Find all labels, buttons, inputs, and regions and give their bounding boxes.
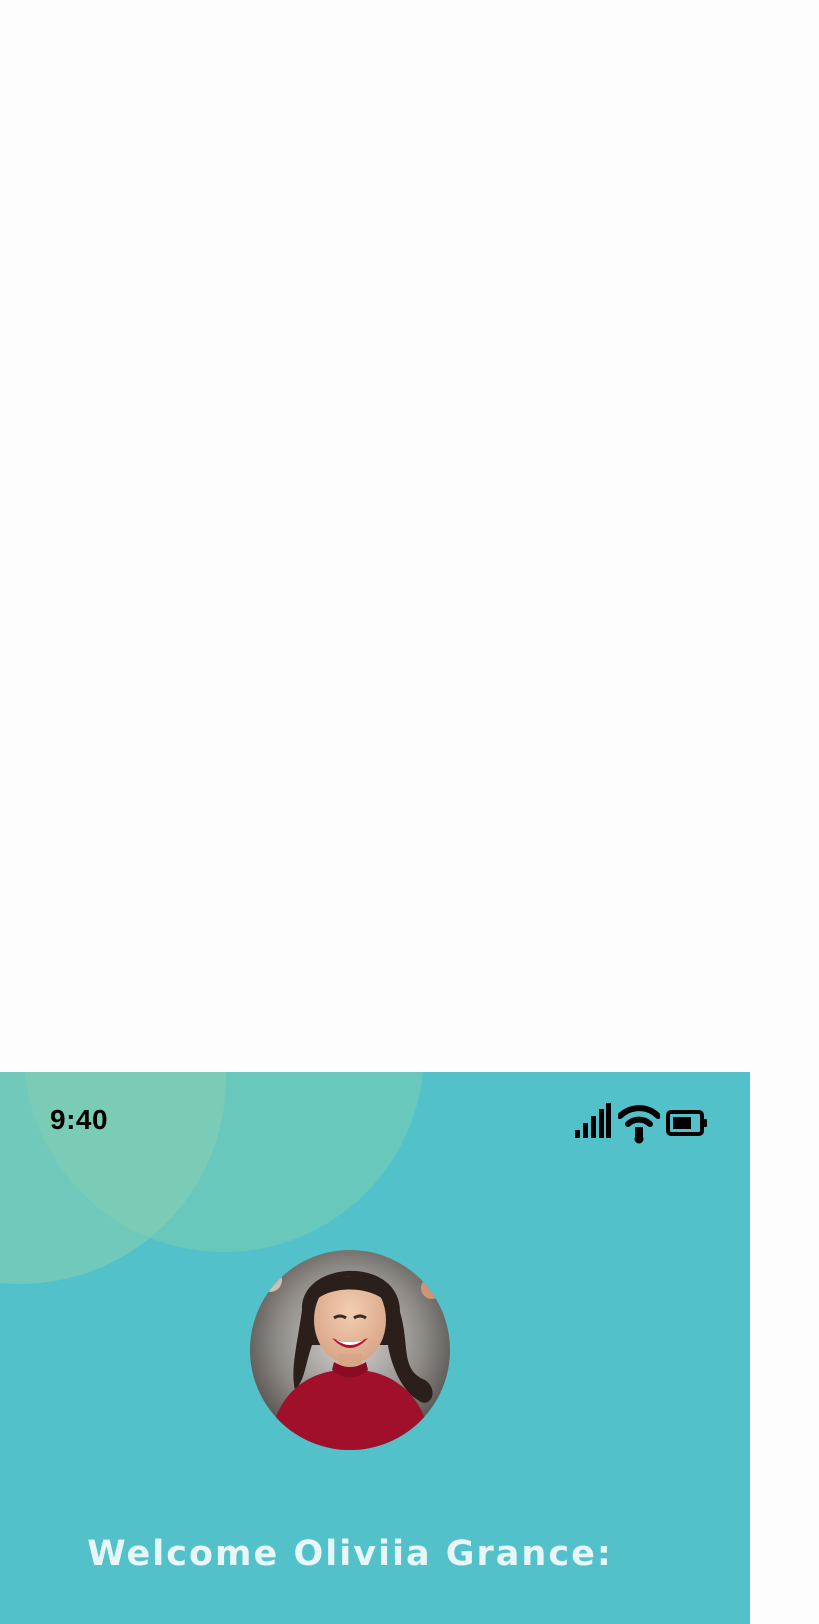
- avatar[interactable]: [250, 1250, 450, 1450]
- page: 9:40 Welcome Oliviia Grance:: [0, 0, 819, 1624]
- wifi-icon: [618, 1105, 660, 1144]
- signal-icon: [575, 1103, 611, 1138]
- welcome-heading: Welcome Oliviia Grance:: [87, 1534, 613, 1574]
- status-time: 9:40: [50, 1104, 109, 1135]
- battery-icon: [666, 1110, 707, 1136]
- welcome-screen: 9:40 Welcome Oliviia Grance:: [0, 1072, 750, 1624]
- avatar-photo: [250, 1250, 450, 1450]
- status-bar: 9:40: [0, 1072, 750, 1166]
- status-icons: [574, 1100, 708, 1144]
